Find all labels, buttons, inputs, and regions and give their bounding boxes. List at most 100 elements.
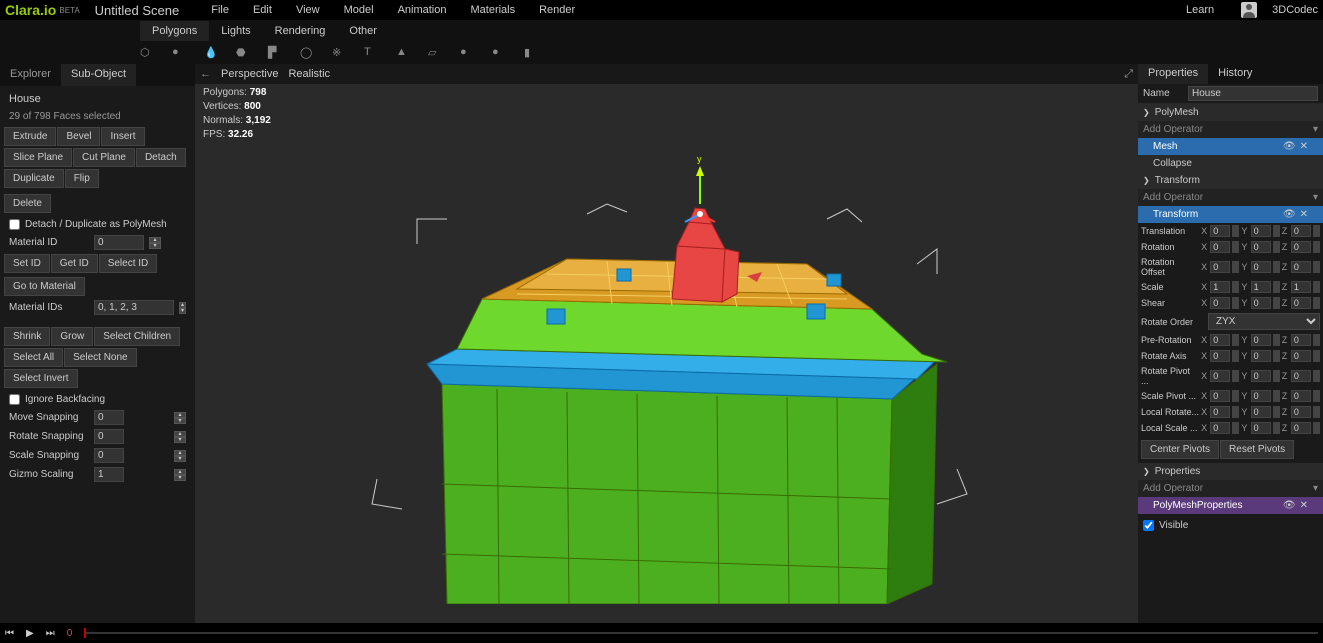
rotate-order-select[interactable]: ZYX	[1208, 313, 1320, 330]
knot-icon[interactable]: ※	[332, 46, 346, 60]
name-input[interactable]	[1188, 86, 1318, 101]
rotoffset-x[interactable]	[1210, 261, 1230, 273]
menu-model[interactable]: Model	[332, 4, 386, 16]
material-ids-input[interactable]	[94, 300, 174, 315]
learn-link[interactable]: Learn	[1174, 4, 1226, 16]
flip-button[interactable]: Flip	[65, 169, 99, 188]
cut-plane-button[interactable]: Cut Plane	[73, 148, 135, 167]
select-children-button[interactable]: Select Children	[94, 327, 180, 346]
cone-icon[interactable]: ▲	[396, 46, 410, 60]
expand-icon[interactable]: ⤢	[1124, 68, 1133, 81]
rotoffset-z[interactable]	[1291, 261, 1311, 273]
prerot-x[interactable]	[1210, 334, 1230, 346]
localscale-x[interactable]	[1210, 422, 1230, 434]
ring-icon[interactable]: ◯	[300, 46, 314, 60]
username[interactable]: 3DCodec	[1272, 4, 1318, 16]
scale-z[interactable]	[1291, 281, 1311, 293]
gizmo-scaling-spinner[interactable]: ▴▾	[174, 469, 186, 481]
detach-button[interactable]: Detach	[136, 148, 186, 167]
insert-button[interactable]: Insert	[101, 127, 144, 146]
close-icon[interactable]: ✕	[1300, 141, 1308, 152]
menu-view[interactable]: View	[284, 4, 332, 16]
circle-icon[interactable]: ●	[492, 46, 506, 60]
transform-operator[interactable]: Transform👁✕	[1138, 206, 1323, 223]
localscale-z[interactable]	[1291, 422, 1311, 434]
select-invert-button[interactable]: Select Invert	[4, 369, 78, 388]
timeline-track[interactable]	[84, 632, 1318, 634]
prerot-y[interactable]	[1251, 334, 1271, 346]
3d-scene[interactable]: y	[195, 84, 1138, 623]
shrink-button[interactable]: Shrink	[4, 327, 50, 346]
select-id-button[interactable]: Select ID	[99, 254, 158, 273]
user-avatar-icon[interactable]	[1241, 2, 1257, 18]
get-id-button[interactable]: Get ID	[51, 254, 98, 273]
material-ids-spinner[interactable]: ▴▾	[179, 302, 186, 314]
scale-snapping-input[interactable]	[94, 448, 124, 463]
back-icon[interactable]: ←	[200, 68, 211, 80]
shear-z[interactable]	[1291, 297, 1311, 309]
shear-y[interactable]	[1251, 297, 1271, 309]
translation-x[interactable]	[1210, 225, 1230, 237]
move-snapping-spinner[interactable]: ▴▾	[174, 412, 186, 424]
gizmo-scaling-input[interactable]	[94, 467, 124, 482]
tab-other[interactable]: Other	[337, 21, 389, 41]
menu-edit[interactable]: Edit	[241, 4, 284, 16]
material-id-spinner[interactable]: ▴▾	[149, 237, 161, 249]
menu-file[interactable]: File	[199, 4, 241, 16]
move-snapping-input[interactable]	[94, 410, 124, 425]
prerot-z[interactable]	[1291, 334, 1311, 346]
goto-material-button[interactable]: Go to Material	[4, 277, 85, 296]
rotpivot-y[interactable]	[1251, 370, 1271, 382]
grow-button[interactable]: Grow	[51, 327, 93, 346]
eye-icon[interactable]: 👁	[1283, 500, 1296, 511]
sphere-icon[interactable]: ●	[172, 46, 186, 60]
localrot-y[interactable]	[1251, 406, 1271, 418]
play-icon[interactable]: ▶	[26, 628, 34, 639]
rotaxis-x[interactable]	[1210, 350, 1230, 362]
add-operator-1[interactable]: Add Operator▾	[1138, 121, 1323, 138]
menu-materials[interactable]: Materials	[458, 4, 527, 16]
translation-z[interactable]	[1291, 225, 1311, 237]
collapse-button[interactable]: Collapse	[1138, 155, 1323, 172]
material-id-input[interactable]	[94, 235, 144, 250]
tab-lights[interactable]: Lights	[209, 21, 262, 41]
viewport[interactable]: ← Perspective Realistic ⤢ Polygons: 798 …	[195, 64, 1138, 623]
scalepivot-y[interactable]	[1251, 390, 1271, 402]
rotation-z[interactable]	[1291, 241, 1311, 253]
drop-icon[interactable]: 💧	[204, 46, 218, 60]
select-none-button[interactable]: Select None	[64, 348, 136, 367]
add-operator-2[interactable]: Add Operator▾	[1138, 189, 1323, 206]
tab-history[interactable]: History	[1208, 64, 1262, 84]
delete-button[interactable]: Delete	[4, 194, 51, 213]
reset-pivots-button[interactable]: Reset Pivots	[1220, 440, 1294, 459]
select-all-button[interactable]: Select All	[4, 348, 63, 367]
plane-icon[interactable]: ▱	[428, 46, 442, 60]
polymesh-section[interactable]: ❯PolyMesh	[1138, 104, 1323, 121]
transform-section[interactable]: ❯Transform	[1138, 172, 1323, 189]
mesh-operator[interactable]: Mesh👁✕	[1138, 138, 1323, 155]
localrot-z[interactable]	[1291, 406, 1311, 418]
close-icon[interactable]: ✕	[1300, 209, 1308, 220]
localscale-y[interactable]	[1251, 422, 1271, 434]
eye-icon[interactable]: 👁	[1283, 141, 1296, 152]
rotaxis-z[interactable]	[1291, 350, 1311, 362]
rotpivot-x[interactable]	[1210, 370, 1230, 382]
scalepivot-z[interactable]	[1291, 390, 1311, 402]
slice-plane-button[interactable]: Slice Plane	[4, 148, 72, 167]
shear-x[interactable]	[1210, 297, 1230, 309]
ball-icon[interactable]: ●	[460, 46, 474, 60]
close-icon[interactable]: ✕	[1300, 500, 1308, 511]
set-id-button[interactable]: Set ID	[4, 254, 50, 273]
ignore-backfacing-checkbox[interactable]	[9, 394, 20, 405]
eye-icon[interactable]: 👁	[1283, 209, 1296, 220]
translation-y[interactable]	[1251, 225, 1271, 237]
scale-x[interactable]	[1210, 281, 1230, 293]
visible-checkbox[interactable]	[1143, 520, 1154, 531]
realistic-label[interactable]: Realistic	[288, 68, 330, 80]
localrot-x[interactable]	[1210, 406, 1230, 418]
rotoffset-y[interactable]	[1251, 261, 1271, 273]
rotate-snapping-spinner[interactable]: ▴▾	[174, 431, 186, 443]
timeline-marker[interactable]	[84, 628, 86, 638]
tab-properties[interactable]: Properties	[1138, 64, 1208, 84]
add-operator-3[interactable]: Add Operator▾	[1138, 480, 1323, 497]
